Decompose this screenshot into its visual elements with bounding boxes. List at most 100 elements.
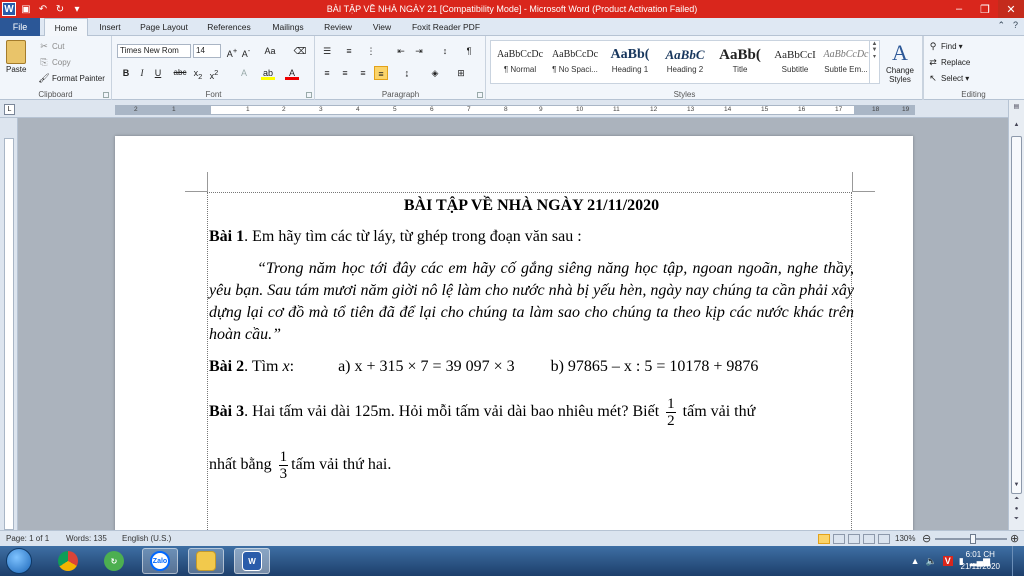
show-desktop-button[interactable] <box>1012 546 1024 576</box>
find-button[interactable]: ⚲ Find ▾ <box>927 40 963 52</box>
page-count[interactable]: Page: 1 of 1 <box>6 531 49 547</box>
scroll-down-button[interactable]: ▼ <box>1011 480 1022 490</box>
shrink-font-button[interactable]: A- <box>239 44 253 59</box>
tab-mailings[interactable]: Mailings <box>264 18 312 36</box>
style-heading-1[interactable]: AaBb( Heading 1 <box>603 43 657 83</box>
tab-home[interactable]: Home <box>44 18 88 37</box>
document-body[interactable]: BÀI TẬP VỀ NHÀ NGÀY 21/11/2020 Bài 1. Em… <box>209 192 854 482</box>
font-size-box[interactable]: 14 <box>193 44 221 58</box>
browse-object-button[interactable]: ● <box>1011 504 1022 514</box>
close-button[interactable]: ✕ <box>998 0 1024 18</box>
clipboard-launcher[interactable] <box>103 92 109 98</box>
taskbar-zalo-settings[interactable]: ↻ <box>96 548 132 574</box>
restore-button[interactable]: ❐ <box>972 0 998 18</box>
style-title[interactable]: AaBb( Title <box>713 43 767 83</box>
outline-view-icon[interactable] <box>863 534 875 544</box>
font-name-box[interactable]: Times New Rom <box>117 44 191 58</box>
start-button[interactable] <box>6 548 32 574</box>
replace-button[interactable]: ⇄ Replace <box>927 56 970 68</box>
style-subtle-emphasis[interactable]: AaBbCcDc Subtle Em... <box>823 43 869 83</box>
minimize-ribbon-icon[interactable]: ⌃ <box>997 20 1005 31</box>
zoom-slider-thumb[interactable] <box>970 534 976 544</box>
subscript-button[interactable]: x2 <box>191 66 205 81</box>
taskbar-word[interactable]: W <box>234 548 270 574</box>
change-case-button[interactable]: Aa <box>263 44 277 58</box>
text-effects-button[interactable]: A <box>237 66 251 80</box>
ruler-bar[interactable]: 2 1 1 2 3 4 5 6 7 8 9 10 11 12 13 14 15 … <box>115 105 915 115</box>
bullets-button[interactable]: ☰ <box>320 44 334 58</box>
taskbar-zalo[interactable]: Zalo <box>142 548 178 574</box>
decrease-indent-button[interactable]: ⇤ <box>394 44 408 58</box>
borders-button[interactable]: ⊞ <box>454 66 468 80</box>
tab-page-layout[interactable]: Page Layout <box>134 18 194 36</box>
taskbar-file-explorer[interactable] <box>188 548 224 574</box>
format-painter-button[interactable]: 🖌 Format Painter <box>38 72 105 84</box>
draft-view-icon[interactable] <box>878 534 890 544</box>
tab-insert[interactable]: Insert <box>92 18 128 36</box>
document-title: BÀI TẬP VỀ NHÀ NGÀY 21/11/2020 <box>403 197 660 214</box>
select-button[interactable]: ↖ Select ▾ <box>927 72 969 84</box>
justify-button[interactable]: ≡ <box>374 66 388 80</box>
style-normal[interactable]: AaBbCcDc ¶ Normal <box>493 43 547 83</box>
change-styles-button[interactable]: A Change Styles <box>882 40 918 84</box>
style-subtitle[interactable]: AaBbCcI Subtitle <box>768 43 822 83</box>
styles-gallery-scroll[interactable]: ▲ ▼ ▾ <box>869 41 879 83</box>
paragraph-launcher[interactable] <box>477 92 483 98</box>
zoom-level[interactable]: 130% <box>895 531 915 547</box>
taskbar-chrome[interactable] <box>50 548 86 574</box>
zoom-in-button[interactable]: ⊕ <box>1010 531 1019 547</box>
zoom-out-button[interactable]: ⊖ <box>922 531 931 547</box>
tab-selector[interactable]: L <box>4 104 15 115</box>
vertical-ruler-bar[interactable] <box>4 138 14 530</box>
cut-button[interactable]: ✂ Cut <box>38 40 64 52</box>
align-right-button[interactable]: ≡ <box>356 66 370 80</box>
align-center-button[interactable]: ≡ <box>338 66 352 80</box>
scroll-thumb[interactable] <box>1011 136 1022 494</box>
web-layout-icon[interactable] <box>848 534 860 544</box>
copy-button[interactable]: ⎘ Copy <box>38 56 70 68</box>
antivirus-icon[interactable]: V <box>942 556 953 566</box>
vertical-scrollbar[interactable]: ▤ ▲ ▼ ⏶ ● ⏷ <box>1008 100 1024 530</box>
style-heading-2[interactable]: AaBbC Heading 2 <box>658 43 712 83</box>
bold-button[interactable]: B <box>119 66 133 80</box>
style-no-spacing[interactable]: AaBbCcDc ¶ No Spaci... <box>548 43 602 83</box>
show-marks-button[interactable]: ¶ <box>462 44 476 58</box>
increase-indent-button[interactable]: ⇥ <box>412 44 426 58</box>
paste-button[interactable]: Paste <box>6 40 26 74</box>
print-layout-view-icon[interactable] <box>818 534 830 544</box>
strikethrough-button[interactable]: abc <box>173 66 187 80</box>
tab-foxit-reader-pdf[interactable]: Foxit Reader PDF <box>406 18 486 36</box>
help-icon[interactable]: ? <box>1013 20 1018 31</box>
line-spacing-button[interactable]: ↨ <box>400 66 414 80</box>
sort-button[interactable]: ↕ <box>438 44 452 58</box>
full-screen-reading-icon[interactable] <box>833 534 845 544</box>
highlight-color-button[interactable]: ab <box>261 66 275 80</box>
brush-icon: 🖌 <box>38 73 50 83</box>
document-page[interactable]: BÀI TẬP VỀ NHÀ NGÀY 21/11/2020 Bài 1. Em… <box>115 136 913 530</box>
previous-page-button[interactable]: ⏶ <box>1011 494 1022 504</box>
volume-icon[interactable]: 🔈 <box>926 556 937 567</box>
underline-button[interactable]: U <box>151 66 165 80</box>
language-indicator[interactable]: English (U.S.) <box>122 531 171 547</box>
shading-button[interactable]: ◈ <box>428 66 442 80</box>
numbering-button[interactable]: ≡ <box>342 44 356 58</box>
italic-button[interactable]: I <box>135 66 149 80</box>
grow-font-button[interactable]: A+ <box>225 44 239 59</box>
ruler-toggle-icon[interactable]: ▤ <box>1011 102 1022 112</box>
align-left-button[interactable]: ≡ <box>320 66 334 80</box>
superscript-button[interactable]: x2 <box>207 66 221 81</box>
minimize-button[interactable]: – <box>946 0 972 18</box>
font-launcher[interactable] <box>306 92 312 98</box>
tab-view[interactable]: View <box>364 18 400 36</box>
tab-references[interactable]: References <box>200 18 258 36</box>
tab-review[interactable]: Review <box>318 18 358 36</box>
tab-file[interactable]: File <box>0 18 40 36</box>
clear-formatting-icon[interactable]: ⌫ <box>293 44 307 58</box>
next-page-button[interactable]: ⏷ <box>1011 514 1022 524</box>
multilevel-list-button[interactable]: ⋮ <box>364 44 378 58</box>
show-hidden-icons[interactable]: ▲ <box>911 556 920 566</box>
scroll-up-button[interactable]: ▲ <box>1011 120 1022 130</box>
clock[interactable]: 6:01 CH 21/11/2020 <box>961 549 1000 573</box>
font-color-button[interactable]: A <box>285 66 299 80</box>
word-count[interactable]: Words: 135 <box>66 531 107 547</box>
